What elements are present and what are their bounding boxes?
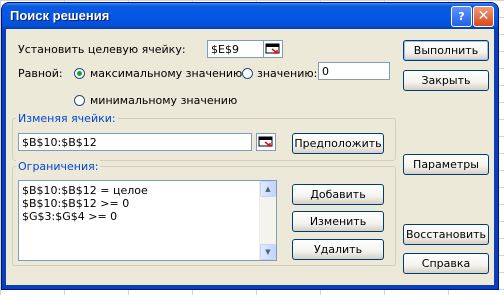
radio-max-label[interactable]: максимальному значению: [90, 67, 242, 80]
changing-ref-picker-button[interactable]: [256, 133, 276, 151]
changing-cells-input[interactable]: $B$10:$B$12: [18, 133, 252, 151]
target-cell-input[interactable]: $E$9: [207, 40, 265, 58]
reset-all-button[interactable]: Восстановить: [403, 224, 489, 245]
target-cell-label: Установить целевую ячейку:: [18, 43, 186, 56]
close-title-button[interactable]: ✕: [473, 6, 494, 27]
help-button[interactable]: Справка: [403, 253, 489, 274]
scroll-up-icon[interactable]: ▲: [260, 181, 276, 197]
radio-value-of[interactable]: [242, 68, 253, 79]
options-button[interactable]: Параметры: [403, 154, 489, 175]
constraints-scrollbar[interactable]: ▲ ▼: [259, 181, 276, 260]
equal-to-label: Равной:: [18, 67, 63, 80]
changing-cells-legend: Изменяя ячейки:: [16, 112, 118, 125]
dialog-body: Установить целевую ячейку: $E$9 Равной: …: [6, 29, 494, 285]
radio-min[interactable]: [74, 95, 85, 106]
radio-value-of-label[interactable]: значению:: [257, 67, 317, 80]
constraints-list[interactable]: $B$10:$B$12 = целое $B$10:$B$12 >= 0 $G$…: [18, 180, 277, 261]
guess-button[interactable]: Предположить: [292, 133, 384, 154]
close-button[interactable]: Закрыть: [403, 70, 489, 91]
scroll-down-icon[interactable]: ▼: [260, 244, 276, 260]
add-constraint-button[interactable]: Добавить: [292, 184, 384, 205]
value-of-input[interactable]: 0: [318, 62, 390, 80]
list-item[interactable]: $B$10:$B$12 >= 0: [22, 197, 129, 210]
solver-dialog: Поиск решения ? ✕ Установить целевую яче…: [2, 3, 498, 289]
dialog-title: Поиск решения: [10, 8, 110, 23]
cell-range-picker-icon: [265, 43, 280, 54]
list-item[interactable]: $G$3:$G$4 >= 0: [22, 210, 117, 223]
solve-button[interactable]: Выполнить: [403, 40, 489, 61]
list-item[interactable]: $B$10:$B$12 = целое: [22, 184, 148, 197]
cell-range-picker-icon: [258, 136, 273, 147]
radio-max[interactable]: [74, 68, 85, 79]
target-ref-picker-button[interactable]: [263, 40, 283, 58]
title-bar[interactable]: Поиск решения ? ✕: [2, 3, 498, 29]
radio-min-label[interactable]: минимальному значению: [90, 94, 237, 107]
constraints-legend: Ограничения:: [16, 160, 101, 173]
help-title-button[interactable]: ?: [451, 6, 472, 27]
delete-constraint-button[interactable]: Удалить: [292, 239, 384, 260]
change-constraint-button[interactable]: Изменить: [292, 211, 384, 232]
